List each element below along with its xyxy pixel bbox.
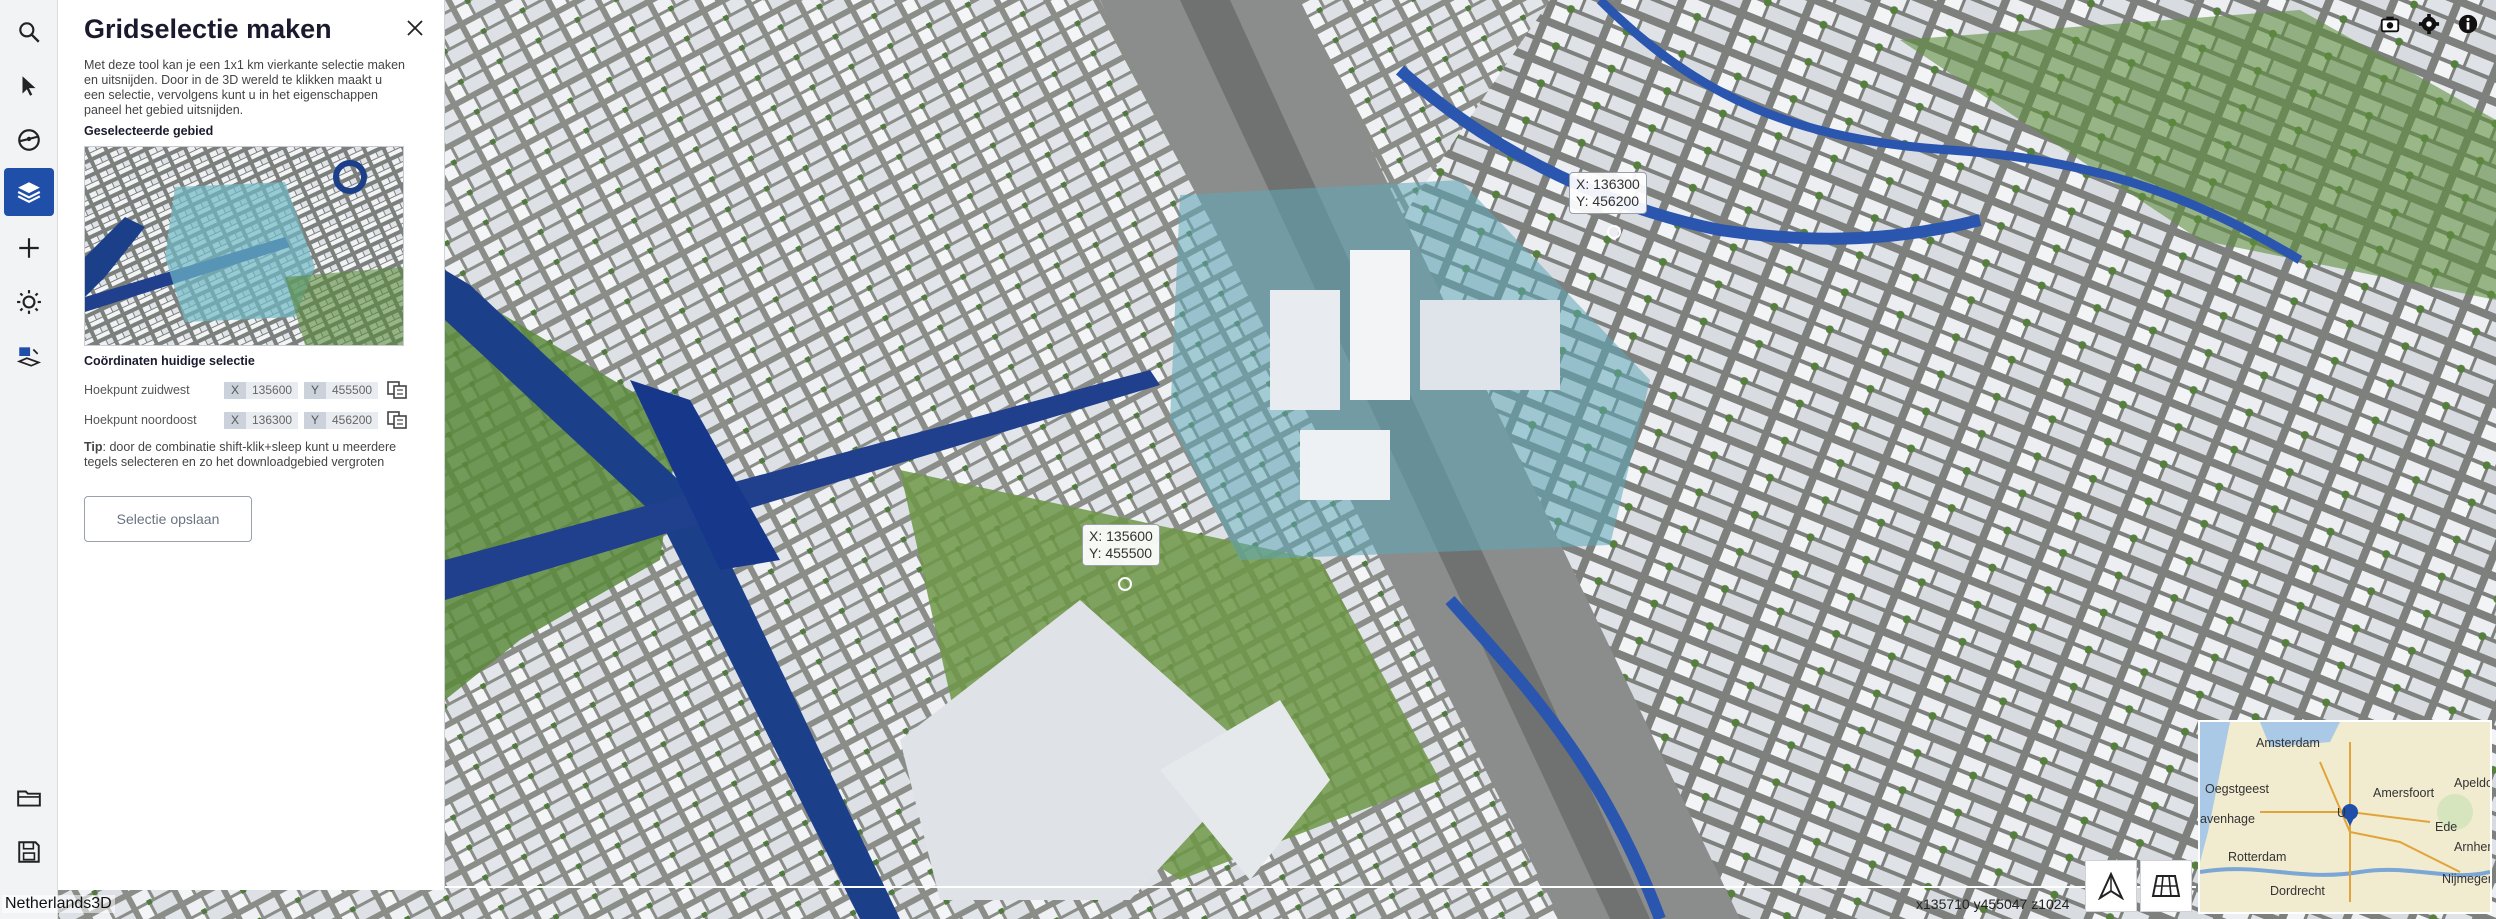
layers-icon [17,182,41,203]
tooltip-y: Y: 455500 [1089,545,1153,561]
southwest-corner-marker[interactable] [1118,577,1132,591]
pointer-icon [22,76,36,96]
measure-icon [18,129,40,151]
southwest-y-field[interactable]: Y 455500 [304,381,378,399]
plus-icon [19,238,39,258]
select-tool-button[interactable] [4,62,54,110]
minimap-label-arnhem: Arnhem [2454,840,2490,854]
y-axis-tag: Y [304,411,326,429]
northeast-x-value: 136300 [252,413,293,427]
close-panel-button[interactable] [403,16,427,40]
x-axis-tag: X [224,381,246,399]
tooltip-x: X: 135600 [1089,528,1153,544]
northeast-corner-marker[interactable] [1607,225,1621,239]
northeast-corner-row: Hoekpunt noordoost X 136300 Y 456200 [84,410,424,430]
current-selection-coords-label: Coördinaten huidige selectie [84,354,255,368]
gear-icon[interactable] [2415,10,2443,38]
app-name: Netherlands3D [2,895,115,913]
minimap-label-amsterdam: Amsterdam [2256,736,2320,750]
coordinate-tooltip-southwest: X: 135600 Y: 455500 [1082,524,1160,566]
minimap-label-den-haag: avenhage [2200,812,2255,826]
northeast-y-field[interactable]: Y 456200 [304,411,378,429]
northeast-y-value: 456200 [332,413,373,427]
sun-icon [17,290,41,314]
layers-tool-button[interactable] [4,168,54,216]
grid-icon [2151,875,2181,897]
camera-icon[interactable] [2376,10,2404,38]
coordinate-tooltip-northeast: X: 136300 Y: 456200 [1569,172,1647,214]
add-tool-button[interactable] [4,224,54,272]
southwest-x-value: 135600 [252,383,293,397]
close-icon [407,20,423,36]
northeast-label: Hoekpunt noordoost [84,413,197,427]
grid-select-icon [16,347,42,367]
grid-toggle-button[interactable] [2140,860,2192,912]
measure-tool-button[interactable] [4,116,54,164]
grid-select-tool-button[interactable] [4,332,54,380]
sun-tool-button[interactable] [4,278,54,326]
minimap[interactable]: Amsterdam Oegstgeest Amersfoort Apeldo a… [2198,720,2492,914]
northeast-x-field[interactable]: X 136300 [224,411,298,429]
camera-position-readout: x135710 y455047 z1024 [1916,896,2070,912]
southwest-corner-row: Hoekpunt zuidwest X 135600 Y 455500 [84,380,424,400]
selected-area-label: Geselecteerde gebied [84,124,214,138]
selected-area-thumbnail [84,146,404,346]
minimap-label-dordrecht: Dordrecht [2270,884,2325,898]
open-project-button[interactable] [4,774,54,822]
panel-title: Gridselectie maken [84,14,332,44]
save-icon [18,841,40,863]
info-icon[interactable] [2454,10,2482,38]
minimap-label-utrecht: U [2337,806,2347,820]
tip-text: Tip: door de combinatie shift-klik+sleep… [84,440,424,470]
minimap-label-oegstgeest: Oegstgeest [2205,782,2269,796]
tip-label: Tip [84,440,103,454]
search-icon [19,22,40,43]
grid-selection-panel: Gridselectie maken Met deze tool kan je … [58,0,445,890]
southwest-y-value: 455500 [332,383,373,397]
save-project-button[interactable] [4,828,54,876]
y-axis-tag: Y [304,381,326,399]
panel-description: Met deze tool kan je een 1x1 km vierkant… [84,58,406,117]
minimap-label-rotterdam: Rotterdam [2228,850,2287,864]
minimap-label-nijmegen: Nijmegen [2442,872,2492,886]
left-toolbar [0,0,58,919]
copy-icon[interactable] [386,410,408,430]
copy-icon[interactable] [386,380,408,400]
southwest-label: Hoekpunt zuidwest [84,383,190,397]
search-tool-button[interactable] [4,8,54,56]
tooltip-x: X: 136300 [1576,176,1640,192]
tip-body: : door de combinatie shift-klik+sleep ku… [84,440,397,469]
north-arrow-icon [2098,872,2124,900]
minimap-label-ede: Ede [2435,820,2458,834]
folder-icon [17,790,41,807]
southwest-x-field[interactable]: X 135600 [224,381,298,399]
minimap-label-amersfoort: Amersfoort [2373,786,2435,800]
compass-button[interactable] [2085,860,2137,912]
x-axis-tag: X [224,411,246,429]
save-selection-button[interactable]: Selectie opslaan [84,496,252,542]
minimap-label-apeldoorn: Apeldo [2454,776,2492,790]
tooltip-y: Y: 456200 [1576,193,1640,209]
